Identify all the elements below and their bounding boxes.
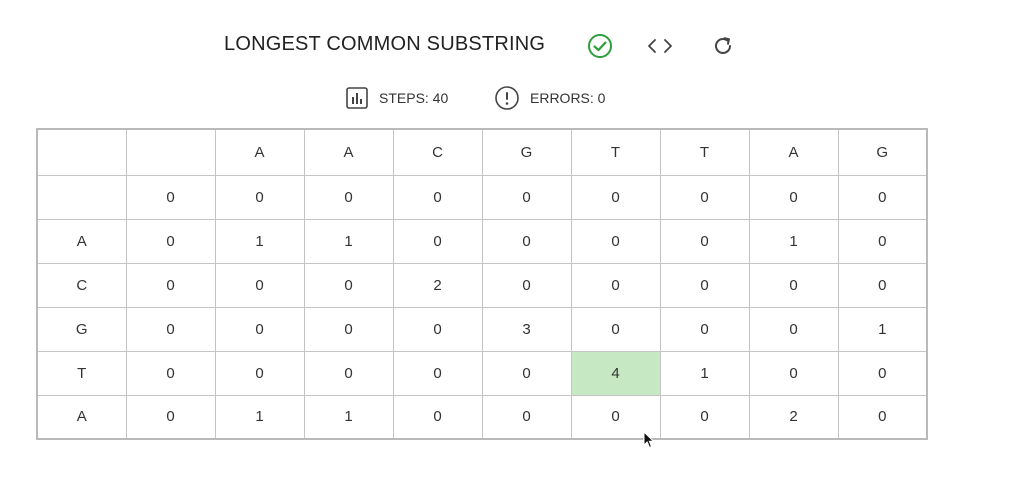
table-cell[interactable]: 0 [570, 174, 661, 220]
table-cell[interactable]: 0 [570, 306, 661, 352]
page: LONGEST COMMON SUBSTRING STEPS: 40 ERROR… [0, 0, 1028, 481]
table-cell[interactable]: 0 [748, 262, 839, 308]
highlighted-cell[interactable]: 4 [570, 350, 661, 396]
column-header: T [659, 128, 750, 176]
table-cell[interactable]: 0 [748, 306, 839, 352]
table-cell[interactable]: 0 [303, 306, 394, 352]
table-cell[interactable]: 2 [748, 394, 839, 440]
table-cell[interactable]: 0 [303, 174, 394, 220]
errors-counter: ERRORS: 0 [494, 84, 605, 112]
column-header [125, 128, 216, 176]
column-header: C [392, 128, 483, 176]
table-cell[interactable]: 0 [837, 350, 928, 396]
column-header: T [570, 128, 661, 176]
table-cell[interactable]: 0 [303, 262, 394, 308]
table-cell[interactable]: 0 [659, 218, 750, 264]
table-cell[interactable]: 0 [214, 350, 305, 396]
row-header [36, 174, 127, 220]
errors-label: ERRORS: 0 [530, 90, 606, 106]
table-cell[interactable]: 1 [659, 350, 750, 396]
table-cell[interactable]: 0 [392, 218, 483, 264]
header: LONGEST COMMON SUBSTRING [0, 28, 1028, 64]
table-cell[interactable]: 0 [837, 262, 928, 308]
table-cell[interactable]: 0 [659, 262, 750, 308]
row-header: C [36, 262, 127, 308]
table-cell[interactable]: 0 [837, 394, 928, 440]
row-header: T [36, 350, 127, 396]
table-cell[interactable]: 0 [659, 306, 750, 352]
column-header: G [481, 128, 572, 176]
table-cell[interactable]: 0 [481, 218, 572, 264]
steps-counter: STEPS: 40 [345, 84, 448, 112]
table-cell[interactable]: 0 [214, 174, 305, 220]
table-cell[interactable]: 1 [303, 218, 394, 264]
table-cell[interactable]: 0 [125, 394, 216, 440]
table-cell[interactable]: 0 [392, 394, 483, 440]
table-cell[interactable]: 0 [570, 262, 661, 308]
table-cell[interactable]: 0 [481, 174, 572, 220]
table-cell[interactable]: 0 [125, 218, 216, 264]
dp-table: AACGTTAG000000000A011000010C000200000G00… [36, 128, 928, 440]
column-header [36, 128, 127, 176]
column-header: A [748, 128, 839, 176]
page-title: LONGEST COMMON SUBSTRING [224, 33, 546, 55]
table-cell[interactable]: 0 [125, 350, 216, 396]
table-cell[interactable]: 0 [837, 218, 928, 264]
table-cell[interactable]: 0 [392, 306, 483, 352]
table-row: A011000020 [36, 394, 928, 440]
refresh-icon[interactable] [709, 32, 737, 60]
table-row: G000030001 [36, 306, 928, 352]
table-cell[interactable]: 0 [392, 350, 483, 396]
table-row: T000004100 [36, 350, 928, 396]
table-row: C000200000 [36, 262, 928, 308]
table-header-row: AACGTTAG [36, 128, 928, 176]
table-cell[interactable]: 0 [481, 262, 572, 308]
table-cell[interactable]: 2 [392, 262, 483, 308]
table-cell[interactable]: 1 [214, 218, 305, 264]
table-cell[interactable]: 0 [303, 350, 394, 396]
table-row: 000000000 [36, 174, 928, 220]
table-cell[interactable]: 0 [481, 350, 572, 396]
stats-bar: STEPS: 40 ERRORS: 0 [0, 84, 1028, 112]
steps-label: STEPS: 40 [379, 90, 449, 106]
column-header: A [303, 128, 394, 176]
table-cell[interactable]: 0 [570, 218, 661, 264]
table-row: A011000010 [36, 218, 928, 264]
table-cell[interactable]: 0 [214, 262, 305, 308]
table-cell[interactable]: 0 [125, 262, 216, 308]
alert-circle-icon [495, 86, 519, 110]
table-cell[interactable]: 1 [303, 394, 394, 440]
table-cell[interactable]: 0 [125, 306, 216, 352]
table-cell[interactable]: 0 [659, 394, 750, 440]
table-cell[interactable]: 0 [392, 174, 483, 220]
table-cell[interactable]: 1 [837, 306, 928, 352]
table-cell[interactable]: 0 [748, 174, 839, 220]
code-brackets-icon[interactable] [646, 32, 674, 60]
bar-chart-icon [346, 87, 368, 109]
mouse-cursor-icon [643, 431, 655, 449]
table-cell[interactable]: 1 [214, 394, 305, 440]
table-cell[interactable]: 0 [659, 174, 750, 220]
row-header: A [36, 394, 127, 440]
table-cell[interactable]: 0 [125, 174, 216, 220]
row-header: G [36, 306, 127, 352]
column-header: G [837, 128, 928, 176]
table-cell[interactable]: 0 [837, 174, 928, 220]
column-header: A [214, 128, 305, 176]
check-circle-icon [586, 32, 614, 60]
table-cell[interactable]: 0 [214, 306, 305, 352]
table-cell[interactable]: 0 [748, 350, 839, 396]
table-cell[interactable]: 0 [481, 394, 572, 440]
table-cell[interactable]: 1 [748, 218, 839, 264]
row-header: A [36, 218, 127, 264]
table-cell[interactable]: 3 [481, 306, 572, 352]
